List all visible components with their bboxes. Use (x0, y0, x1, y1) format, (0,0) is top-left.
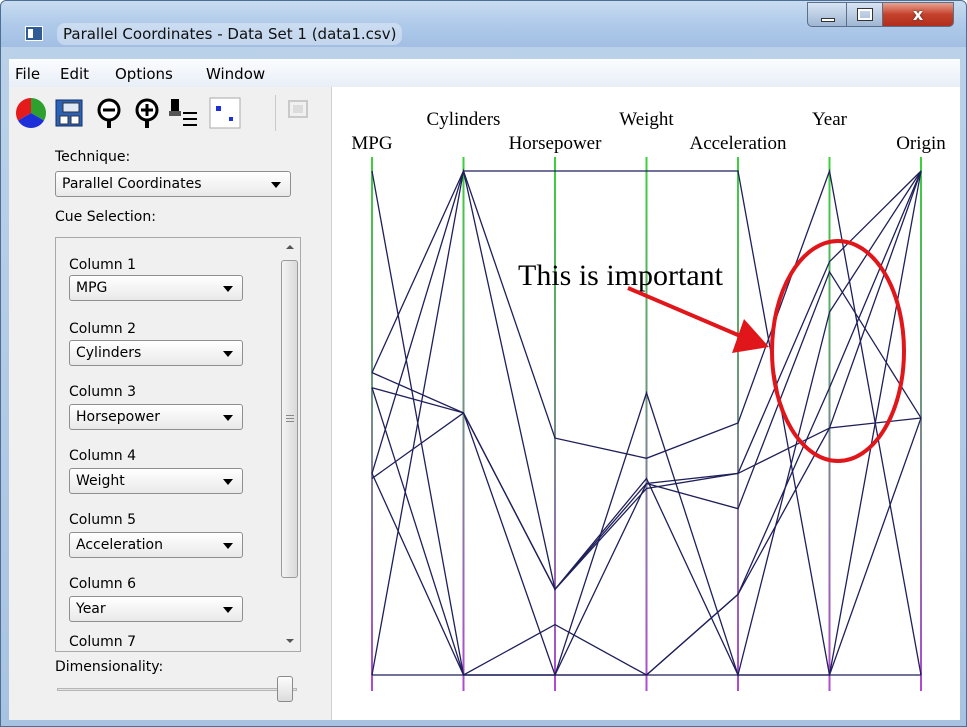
menu-options[interactable]: Options (115, 65, 173, 83)
column-3-value: Horsepower (76, 409, 161, 425)
axis-weight (645, 157, 648, 691)
annotation-text: This is important (518, 259, 724, 292)
zoom-in-icon[interactable] (133, 97, 165, 129)
column-1-label: Column 1 (69, 257, 136, 273)
close-icon: x (912, 5, 924, 24)
title-bar[interactable]: Parallel Coordinates - Data Set 1 (data1… (1, 1, 966, 47)
axis-origin (920, 157, 922, 691)
axis-cylinders (462, 157, 465, 691)
cue-selection-panel: Column 1 MPG Column 2 Cylinders Column 3… (55, 237, 301, 652)
column-3-select[interactable]: Horsepower (69, 404, 243, 430)
color-wheel-icon[interactable] (15, 97, 47, 129)
axis-label-acceleration: Acceleration (689, 133, 787, 154)
column-3-label: Column 3 (69, 384, 136, 400)
axis-label-origin: Origin (896, 133, 946, 154)
column-5-value: Acceleration (76, 537, 163, 553)
minimize-icon (821, 18, 835, 22)
app-window: Parallel Coordinates - Data Set 1 (data1… (0, 0, 967, 727)
scroll-up-arrow-icon[interactable] (280, 239, 299, 256)
close-button[interactable]: x (882, 2, 954, 27)
properties-icon[interactable] (53, 97, 85, 129)
chevron-down-icon (223, 351, 233, 357)
technique-select[interactable]: Parallel Coordinates (55, 171, 291, 197)
axis-label-weight: Weight (619, 109, 674, 130)
client-area: Technique: Parallel Coordinates Cue Sele… (9, 87, 960, 720)
column-4-value: Weight (76, 473, 125, 489)
cue-selection-label: Cue Selection: (55, 209, 156, 225)
column-2-value: Cylinders (76, 345, 142, 361)
column-5-select[interactable]: Acceleration (69, 532, 243, 558)
column-6-value: Year (76, 601, 106, 617)
axis-label-cylinders: Cylinders (427, 109, 501, 130)
plot-canvas: MPG Cylinders Horsepower Weight Acceleration… (351, 109, 946, 691)
zoom-out-icon[interactable] (95, 97, 127, 129)
menu-edit[interactable]: Edit (60, 65, 89, 83)
scroll-down-arrow-icon[interactable] (280, 633, 299, 650)
axis-label-year: Year (812, 109, 848, 130)
brush-icon[interactable] (167, 97, 199, 129)
side-panel: Technique: Parallel Coordinates Cue Sele… (9, 87, 332, 720)
dimensionality-slider-thumb[interactable] (277, 676, 293, 702)
scrollbar-thumb[interactable] (281, 260, 298, 578)
chevron-down-icon (223, 286, 233, 292)
column-1-value: MPG (76, 280, 108, 296)
column-2-label: Column 2 (69, 321, 136, 337)
column-2-select[interactable]: Cylinders (69, 340, 243, 366)
axis-mpg (371, 157, 373, 691)
maximize-icon (857, 8, 873, 21)
chevron-down-icon (271, 182, 281, 188)
column-6-label: Column 6 (69, 576, 136, 592)
column-6-select[interactable]: Year (69, 596, 243, 622)
window-title: Parallel Coordinates - Data Set 1 (data1… (57, 23, 403, 45)
disabled-tool-icon[interactable] (283, 97, 315, 129)
dimensionality-label: Dimensionality: (55, 659, 164, 675)
column-4-select[interactable]: Weight (69, 468, 243, 494)
app-icon (25, 26, 43, 41)
parallel-coordinates-plot[interactable]: MPG Cylinders Horsepower Weight Acceleration… (332, 87, 960, 720)
chevron-down-icon (223, 607, 233, 613)
menu-file[interactable]: File (15, 65, 40, 83)
point-select-icon[interactable] (209, 97, 241, 129)
menu-bar: File Edit Options Window (9, 59, 960, 87)
chevron-down-icon (223, 415, 233, 421)
chevron-down-icon (223, 543, 233, 549)
axis-label-horsepower: Horsepower (509, 133, 603, 154)
toolbar-separator (275, 95, 276, 131)
axis-label-mpg: MPG (351, 133, 392, 154)
technique-label: Technique: (55, 149, 131, 165)
highlight-ellipse (770, 239, 906, 463)
chevron-down-icon (223, 479, 233, 485)
maximize-button[interactable] (846, 2, 883, 27)
cue-scrollbar[interactable] (280, 239, 299, 650)
axis-horsepower (554, 157, 556, 691)
column-5-label: Column 5 (69, 512, 136, 528)
axis-year (828, 157, 831, 691)
column-4-label: Column 4 (69, 448, 136, 464)
grip-icon (286, 415, 294, 424)
menu-window[interactable]: Window (206, 65, 265, 83)
technique-value: Parallel Coordinates (62, 176, 202, 192)
dimensionality-slider-track[interactable] (57, 688, 297, 691)
minimize-button[interactable] (807, 2, 847, 27)
column-1-select[interactable]: MPG (69, 275, 243, 301)
axis-acceleration (737, 157, 739, 691)
column-7-label: Column 7 (69, 634, 136, 650)
